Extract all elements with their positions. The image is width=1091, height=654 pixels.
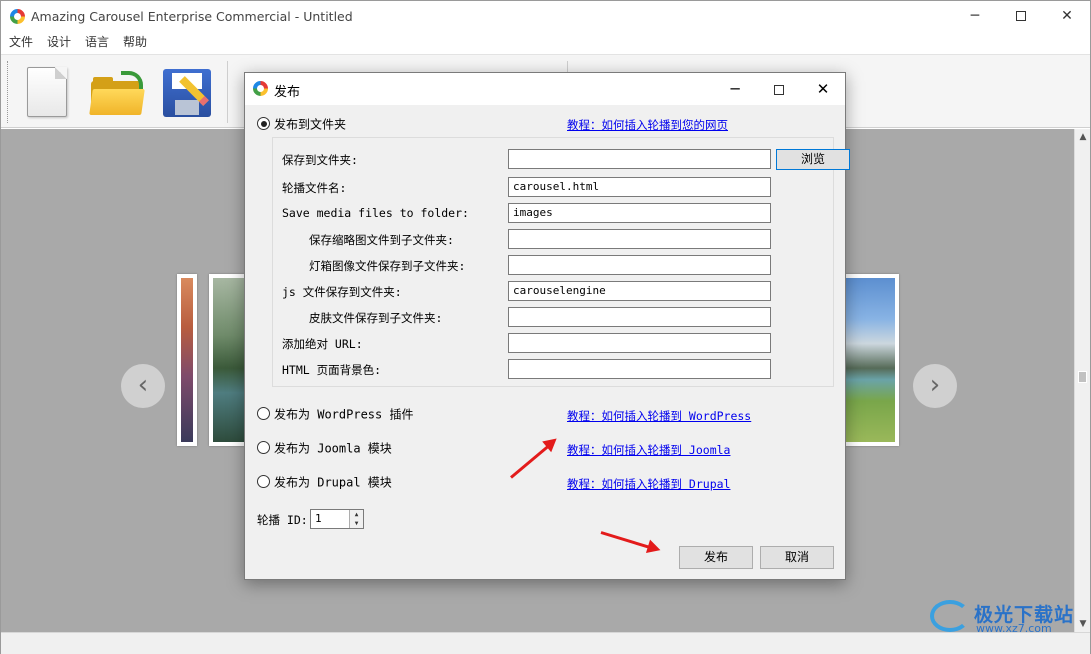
- field-label: 轮播文件名:: [282, 181, 347, 195]
- save-folder-input[interactable]: [508, 149, 771, 169]
- radio-publish-joomla[interactable]: [257, 441, 270, 454]
- field-label: 皮肤文件保存到子文件夹:: [309, 311, 443, 325]
- field-label: js 文件保存到文件夹:: [282, 285, 402, 299]
- spinner-buttons[interactable]: ▲ ▼: [349, 510, 363, 528]
- radio-publish-wordpress[interactable]: [257, 407, 270, 420]
- radio-publish-folder[interactable]: [257, 117, 270, 130]
- status-bar: [1, 632, 1090, 654]
- carousel-slide[interactable]: [841, 274, 899, 446]
- carousel-id-label: 轮播 ID:: [257, 513, 308, 527]
- tutorial-link-wordpress[interactable]: 教程：如何插入轮播到 WordPress: [567, 408, 751, 424]
- option-label: 发布为 Joomla 模块: [274, 441, 392, 456]
- media-folder-input[interactable]: images: [508, 203, 771, 223]
- app-title: Amazing Carousel Enterprise Commercial -…: [31, 9, 353, 24]
- option-publish-drupal[interactable]: 发布为 Drupal 模块: [257, 473, 392, 491]
- background-color-input[interactable]: [508, 359, 771, 379]
- dialog-title-bar: 发布 ─ ✕: [245, 73, 845, 105]
- open-button[interactable]: [85, 61, 147, 123]
- option-label: 发布到文件夹: [274, 117, 347, 132]
- open-folder-icon: [89, 71, 145, 115]
- maximize-icon: [774, 84, 784, 95]
- dialog-logo-icon: [253, 81, 268, 96]
- option-publish-joomla[interactable]: 发布为 Joomla 模块: [257, 439, 392, 457]
- menu-help[interactable]: 帮助: [115, 32, 153, 52]
- maximize-button[interactable]: [998, 1, 1044, 32]
- dialog-close-button[interactable]: ✕: [801, 73, 845, 105]
- lightbox-subfolder-input[interactable]: [508, 255, 771, 275]
- watermark: 极光下载站 www.xz7.com: [930, 598, 1082, 636]
- scroll-up-icon[interactable]: ▲: [1075, 129, 1091, 145]
- slide-image: [845, 278, 895, 442]
- field-label: 保存缩略图文件到子文件夹:: [309, 233, 454, 247]
- field-label: HTML 页面背景色:: [282, 363, 382, 377]
- skin-subfolder-input[interactable]: [508, 307, 771, 327]
- watermark-url: www.xz7.com: [976, 622, 1052, 635]
- dialog-minimize-button[interactable]: ─: [713, 73, 757, 105]
- slide-image: [181, 278, 193, 442]
- carousel-slide[interactable]: [177, 274, 197, 446]
- spin-up-icon[interactable]: ▲: [350, 510, 363, 519]
- menu-file[interactable]: 文件: [1, 32, 39, 52]
- spin-down-icon[interactable]: ▼: [350, 519, 363, 528]
- title-bar: Amazing Carousel Enterprise Commercial -…: [1, 1, 1090, 32]
- carousel-id-value: 1: [315, 512, 322, 525]
- save-button[interactable]: [155, 61, 217, 123]
- new-document-icon: [27, 67, 67, 117]
- tutorial-link-webpage[interactable]: 教程：如何插入轮播到您的网页: [567, 117, 728, 133]
- dialog-maximize-button[interactable]: [757, 73, 801, 105]
- field-label: 保存到文件夹:: [282, 153, 358, 167]
- option-publish-wordpress[interactable]: 发布为 WordPress 插件: [257, 405, 413, 423]
- option-label: 发布为 Drupal 模块: [274, 475, 392, 490]
- save-disk-icon: [163, 69, 211, 117]
- absolute-url-input[interactable]: [508, 333, 771, 353]
- vertical-scrollbar[interactable]: ▲ ▼: [1074, 129, 1090, 632]
- cancel-button[interactable]: 取消: [760, 546, 834, 569]
- toolbar-separator: [227, 61, 228, 123]
- js-folder-input[interactable]: carouselengine: [508, 281, 771, 301]
- menu-language[interactable]: 语言: [77, 32, 115, 52]
- close-button[interactable]: ✕: [1044, 1, 1090, 32]
- menu-design[interactable]: 设计: [39, 32, 77, 52]
- carousel-id-spinner[interactable]: 1 ▲ ▼: [310, 509, 364, 529]
- tutorial-link-joomla[interactable]: 教程：如何插入轮播到 Joomla: [567, 442, 730, 458]
- option-publish-folder[interactable]: 发布到文件夹: [257, 115, 346, 133]
- radio-publish-drupal[interactable]: [257, 475, 270, 488]
- new-button[interactable]: [15, 61, 77, 123]
- menu-bar: 文件 设计 语言 帮助: [1, 32, 1090, 54]
- minimize-button[interactable]: ─: [952, 1, 998, 32]
- field-label: Save media files to folder:: [282, 206, 469, 220]
- publish-button[interactable]: 发布: [679, 546, 753, 569]
- watermark-logo-icon: [930, 600, 970, 632]
- carousel-prev-button[interactable]: ‹: [121, 364, 165, 408]
- tutorial-link-drupal[interactable]: 教程：如何插入轮播到 Drupal: [567, 476, 730, 492]
- browse-button[interactable]: 浏览: [776, 149, 850, 170]
- field-label: 添加绝对 URL:: [282, 337, 363, 351]
- dialog-title: 发布: [274, 85, 301, 100]
- toolbar-grip[interactable]: [7, 61, 10, 123]
- field-label: 灯箱图像文件保存到子文件夹:: [309, 259, 466, 273]
- app-logo-icon: [10, 9, 25, 24]
- carousel-filename-input[interactable]: carousel.html: [508, 177, 771, 197]
- carousel-next-button[interactable]: ›: [913, 364, 957, 408]
- option-label: 发布为 WordPress 插件: [274, 407, 414, 422]
- maximize-icon: [1016, 11, 1026, 21]
- thumbnail-subfolder-input[interactable]: [508, 229, 771, 249]
- publish-dialog: 发布 ─ ✕ 发布到文件夹 教程：如何插入轮播到您的网页 保存到文件夹: 浏览 …: [244, 72, 850, 580]
- folder-settings-group: 保存到文件夹: 浏览 轮播文件名: carousel.html Save med…: [272, 137, 850, 387]
- scroll-thumb[interactable]: [1078, 371, 1087, 383]
